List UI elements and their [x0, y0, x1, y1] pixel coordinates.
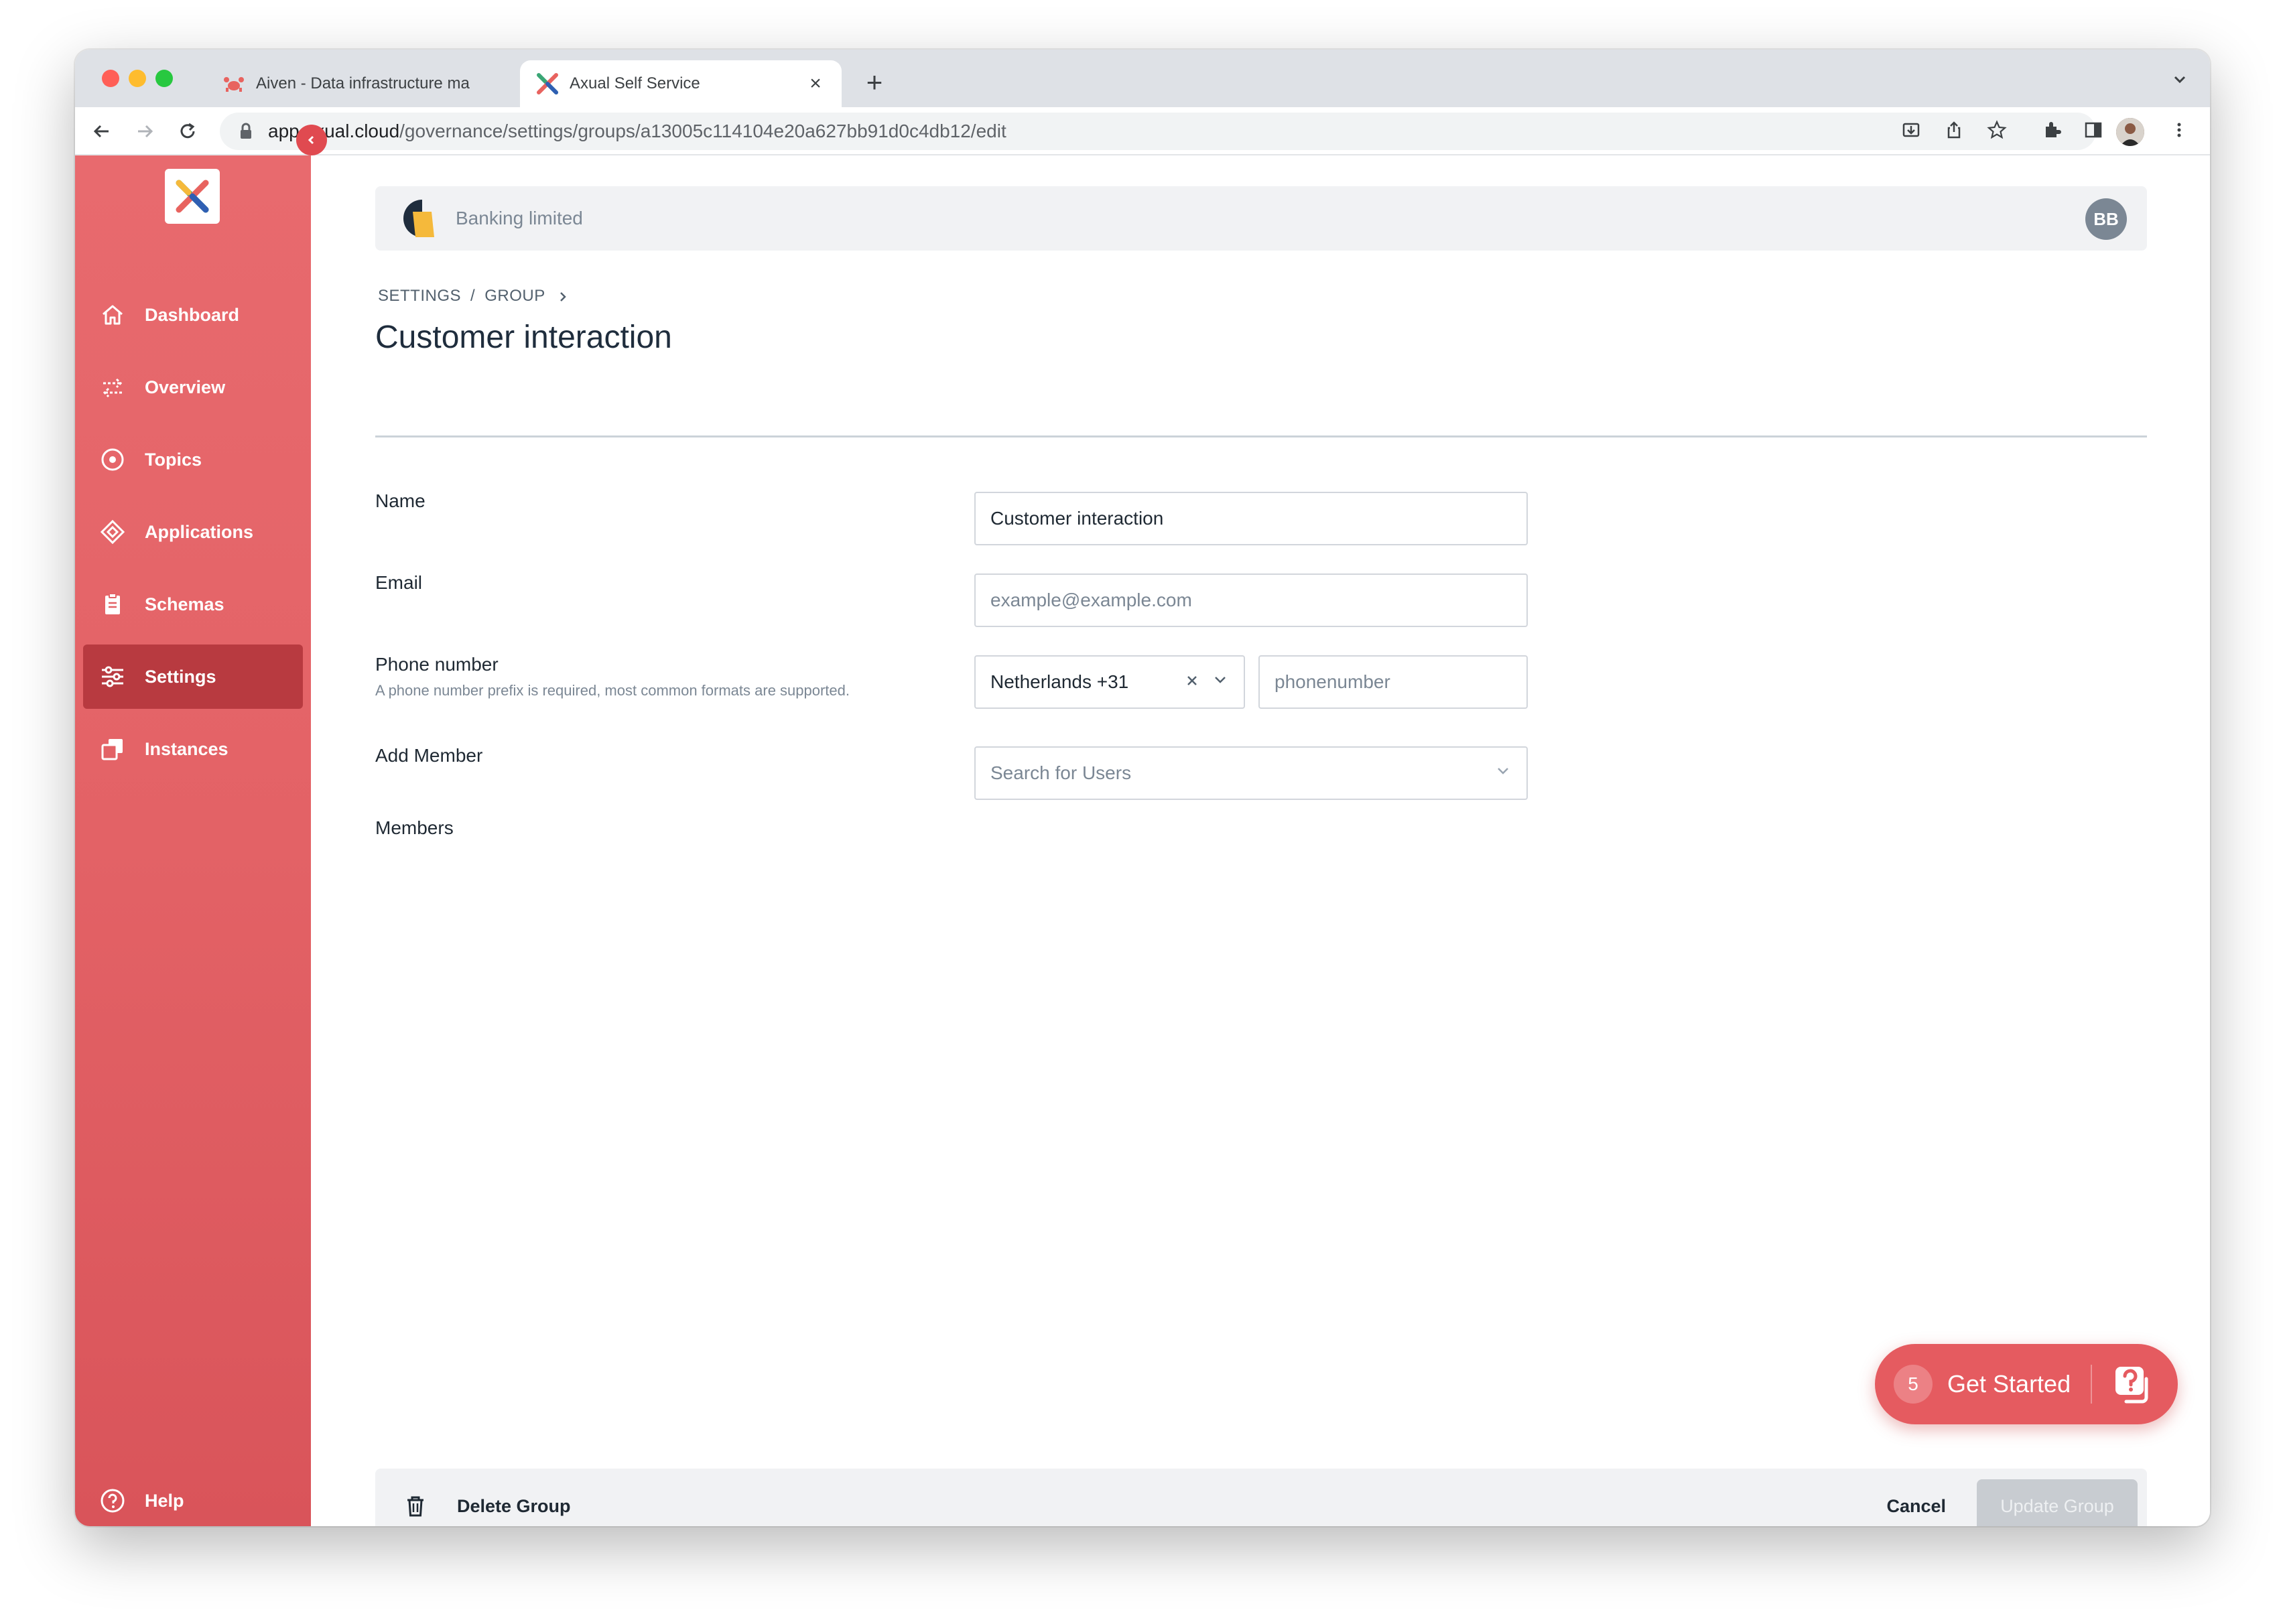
axual-logo[interactable]	[165, 169, 220, 224]
phone-number-input[interactable]: phonenumber	[1258, 655, 1528, 709]
crab-icon	[222, 72, 245, 95]
sidebar-item-schemas[interactable]: Schemas	[83, 572, 303, 636]
url-host: app.axual.cloud	[268, 121, 400, 141]
clear-icon[interactable]	[1185, 671, 1199, 693]
country-code-select[interactable]: Netherlands +31	[974, 655, 1245, 709]
browser-toolbar: app.axual.cloud/governance/settings/grou…	[75, 107, 2210, 155]
organization-logo	[395, 197, 438, 240]
browser-window: Aiven - Data infrastructure ma × Axual S…	[75, 50, 2210, 1526]
page-title: Customer interaction	[375, 320, 672, 355]
name-label: Name	[375, 490, 426, 511]
name-input[interactable]: Customer interaction	[974, 492, 1528, 545]
breadcrumb-separator: /	[470, 287, 476, 305]
members-label: Members	[375, 817, 454, 838]
delete-group-button[interactable]: Delete Group	[402, 1487, 571, 1525]
sidebar-item-overview[interactable]: Overview	[83, 355, 303, 419]
search-users-placeholder: Search for Users	[990, 762, 1132, 783]
star-icon[interactable]	[1982, 115, 2012, 145]
organization-name: Banking limited	[456, 208, 583, 228]
form-footer: Delete Group Cancel Update Group	[375, 1469, 2147, 1526]
sidebar-item-dashboard[interactable]: Dashboard	[83, 283, 303, 347]
chevron-down-icon[interactable]	[1494, 762, 1512, 785]
help-circle-icon	[98, 1486, 127, 1515]
chevron-left-icon	[308, 135, 314, 145]
get-started-button[interactable]: 5 Get Started	[1875, 1344, 2178, 1424]
close-window-button[interactable]	[102, 70, 119, 87]
lock-icon[interactable]	[236, 121, 256, 141]
email-label: Email	[375, 572, 423, 593]
axual-favicon-icon	[536, 72, 559, 95]
tab-strip: Aiven - Data infrastructure ma × Axual S…	[75, 50, 2210, 107]
extensions-icon[interactable]	[2037, 115, 2067, 145]
sidebar-item-label: Settings	[145, 666, 216, 687]
help-chat-icon	[2109, 1362, 2154, 1406]
sidebar-item-label: Schemas	[145, 594, 224, 614]
target-icon	[98, 445, 127, 474]
home-icon	[98, 300, 127, 330]
sidebar-nav: Dashboard Overview Topics Applications S…	[83, 283, 303, 789]
update-group-button[interactable]: Update Group	[1977, 1479, 2138, 1526]
copy-icon	[98, 734, 127, 764]
diamond-icon	[98, 517, 127, 547]
trash-icon	[402, 1493, 429, 1519]
title-divider	[375, 435, 2147, 437]
address-bar[interactable]: app.axual.cloud/governance/settings/grou…	[220, 113, 2096, 150]
breadcrumb: SETTINGS / GROUP	[378, 287, 570, 306]
install-icon[interactable]	[1896, 115, 1926, 145]
sidebar-item-settings[interactable]: Settings	[83, 645, 303, 709]
sliders-icon	[98, 662, 127, 691]
sidebar-item-applications[interactable]: Applications	[83, 500, 303, 564]
forward-arrow-icon[interactable]	[130, 117, 159, 146]
sidebar-item-label: Dashboard	[145, 304, 240, 325]
main-content: Banking limited BB SETTINGS / GROUP Cust…	[311, 155, 2210, 1526]
sidebar-item-label: Topics	[145, 449, 202, 470]
email-input[interactable]: example@example.com	[974, 573, 1528, 627]
chevron-down-icon[interactable]	[2170, 70, 2190, 90]
sidebar-item-label: Help	[145, 1490, 184, 1511]
sidebar-item-label: Instances	[145, 738, 228, 759]
get-started-divider	[2091, 1365, 2093, 1404]
arrows-icon	[98, 373, 127, 402]
search-users-select[interactable]: Search for Users	[974, 746, 1528, 800]
tab-axual[interactable]: Axual Self Service ×	[520, 60, 842, 107]
tab-title: Axual Self Service	[570, 74, 700, 92]
reload-icon[interactable]	[173, 117, 202, 146]
cancel-button[interactable]: Cancel	[1886, 1487, 1946, 1525]
tab-title: Aiven - Data infrastructure ma	[256, 74, 470, 92]
user-avatar[interactable]: BB	[2085, 198, 2127, 240]
minimize-window-button[interactable]	[129, 70, 146, 87]
sidebar-collapse-button[interactable]	[296, 125, 327, 155]
add-member-label: Add Member	[375, 745, 483, 766]
breadcrumb-group[interactable]: GROUP	[484, 287, 545, 306]
chevron-right-icon	[556, 289, 570, 303]
delete-group-label: Delete Group	[457, 1495, 571, 1516]
sidebar-item-instances[interactable]: Instances	[83, 717, 303, 781]
share-icon[interactable]	[1939, 115, 1969, 145]
side-panel-icon[interactable]	[2079, 115, 2108, 145]
phone-label: Phone number	[375, 654, 499, 675]
url-text: app.axual.cloud/governance/settings/grou…	[268, 121, 1006, 142]
help-section: Help	[83, 1469, 303, 1526]
new-tab-plus-icon[interactable]: +	[858, 66, 891, 99]
profile-avatar[interactable]	[2116, 118, 2144, 146]
maximize-window-button[interactable]	[155, 70, 173, 87]
back-arrow-icon[interactable]	[87, 117, 117, 146]
clipboard-icon	[98, 590, 127, 619]
sidebar: Dashboard Overview Topics Applications S…	[75, 155, 311, 1526]
phone-hint: A phone number prefix is required, most …	[375, 682, 850, 699]
organization-bar: Banking limited BB	[375, 186, 2147, 251]
get-started-label: Get Started	[1947, 1370, 2071, 1398]
sidebar-item-help[interactable]: Help	[83, 1469, 303, 1526]
close-icon[interactable]: ×	[805, 72, 826, 95]
sidebar-item-label: Overview	[145, 377, 226, 397]
kebab-menu-icon[interactable]	[2164, 115, 2194, 145]
breadcrumb-settings[interactable]: SETTINGS	[378, 287, 461, 306]
country-code-value: Netherlands +31	[990, 671, 1129, 692]
sidebar-item-topics[interactable]: Topics	[83, 427, 303, 492]
chevron-down-icon[interactable]	[1212, 671, 1229, 693]
sidebar-item-label: Applications	[145, 521, 254, 542]
url-path: /governance/settings/groups/a13005c11410…	[399, 121, 1006, 141]
get-started-count-badge: 5	[1894, 1365, 1933, 1404]
